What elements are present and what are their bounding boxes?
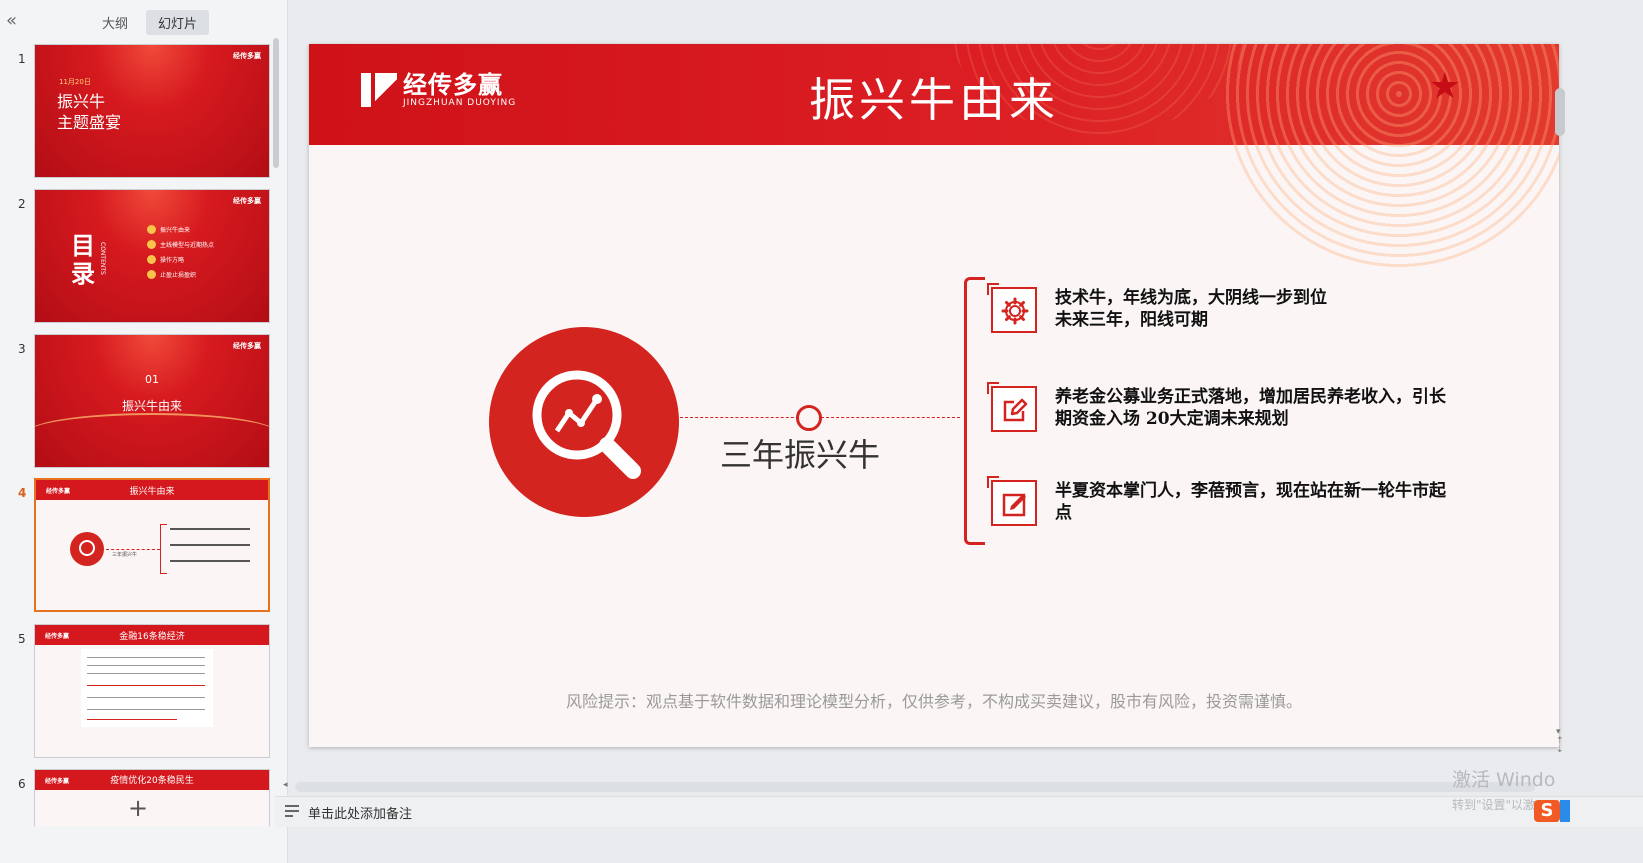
notes-placeholder[interactable]: 单击此处添加备注 xyxy=(308,803,412,822)
thumb-section-title: 振兴牛由来 xyxy=(121,399,182,413)
point-line: 未来三年，阳线可期 xyxy=(1055,310,1208,330)
thumb-title-line: 主题盛宴 xyxy=(57,113,122,132)
point-line: 技术牛，年线为底，大阴线一步到位 xyxy=(1055,288,1327,308)
slide-number: 4 xyxy=(18,486,27,500)
thumb-contents-item: 操作方略 xyxy=(147,252,214,267)
thumb-contents-heading: 目录 xyxy=(71,232,95,288)
slide-thumbnail-4[interactable]: 经传多赢 振兴牛由来 三年振兴牛 xyxy=(34,478,270,612)
thumb-text-line xyxy=(87,719,177,720)
slide-number: 1 xyxy=(18,52,26,66)
slide-number: 3 xyxy=(18,342,26,356)
thumb-text-line xyxy=(170,544,250,546)
slide-thumbnail-1[interactable]: 经传多赢 11月20日 振兴牛 主题盛宴 xyxy=(34,44,270,178)
thumb-text-line xyxy=(170,560,250,562)
thumb-contents-item: 主线模型与近期热点 xyxy=(147,237,214,252)
thumb-header: 经传多赢 疫情优化20条稳民生 xyxy=(35,770,269,790)
search-chart-icon xyxy=(489,327,679,517)
point-text: 养老金公募业务正式落地，增加居民养老收入，引长 期资金入场 20大定调未来规划 xyxy=(1055,386,1485,430)
thumbnail-row: 3 经传多赢 01 振兴牛由来 xyxy=(0,334,272,470)
point-line: 期资金入场 20大定调未来规划 xyxy=(1055,409,1289,429)
slide-header-band: ★ 经传多赢 JINGZHUAN DUOYING 振兴牛由来 xyxy=(309,44,1559,274)
thumb-text-line xyxy=(170,528,250,530)
panel-tabs: 大纲 幻灯片 xyxy=(90,10,210,35)
slide-title[interactable]: 振兴牛由来 xyxy=(309,64,1559,130)
slide-panel: « 大纲 幻灯片 1 经传多赢 11月20日 振兴牛 主题盛宴 2 经传多赢 目… xyxy=(0,0,288,863)
thumb-logo: 经传多赢 xyxy=(233,52,261,60)
thumb-center-label: 三年振兴牛 xyxy=(112,552,138,558)
thumbnail-list: 1 经传多赢 11月20日 振兴牛 主题盛宴 2 经传多赢 目录 CONTENT… xyxy=(0,44,272,826)
thumb-text-line xyxy=(87,685,205,686)
thumb-contents-sub: CONTENTS xyxy=(99,242,106,275)
thumb-text-line xyxy=(87,657,205,658)
tab-slides[interactable]: 幻灯片 xyxy=(146,10,210,35)
thumbnail-row: 5 经传多赢 金融16条稳经济 xyxy=(0,624,272,760)
slide-thumbnail-3[interactable]: 经传多赢 01 振兴牛由来 xyxy=(34,334,270,468)
point-line: 半夏资本掌门人，李蓓预言，现在站在新一轮牛市起 xyxy=(1055,481,1446,501)
ime-logo-icon[interactable]: S xyxy=(1534,800,1560,822)
thumb-logo: 经传多赢 xyxy=(233,197,261,205)
add-slide-icon[interactable]: + xyxy=(128,794,148,822)
thumb-logo: 经传多赢 xyxy=(233,342,261,350)
thumb-contents-list: 振兴牛由来 主线模型与近期热点 操作方略 止盈止损盈织 xyxy=(147,222,214,282)
center-label[interactable]: 三年振兴牛 xyxy=(720,430,880,476)
slide-number: 6 xyxy=(18,777,26,791)
notes-icon[interactable] xyxy=(285,805,299,817)
thumb-section-number: 01 xyxy=(145,373,159,386)
risk-disclaimer[interactable]: 风险提示：观点基于软件数据和理论模型分析，仅供参考，不构成买卖建议，股市有风险，… xyxy=(309,688,1559,712)
thumbnail-row: 2 经传多赢 目录 CONTENTS 振兴牛由来 主线模型与近期热点 操作方略 … xyxy=(0,189,272,325)
point-text: 半夏资本掌门人，李蓓预言，现在站在新一轮牛市起 点 xyxy=(1055,480,1485,524)
thumb-title: 金融16条稳经济 xyxy=(119,632,185,642)
vertical-scrollbar[interactable] xyxy=(1555,88,1565,136)
thumb-title-line: 振兴牛 xyxy=(57,92,106,111)
thumb-text-line xyxy=(87,697,205,698)
point-line: 点 xyxy=(1055,503,1072,523)
slide-number: 2 xyxy=(18,197,26,211)
thumb-connector xyxy=(106,549,160,550)
thumbnail-row: 4 经传多赢 振兴牛由来 三年振兴牛 xyxy=(0,478,272,614)
thumb-text-line xyxy=(87,665,205,666)
slide-canvas[interactable]: ★ 经传多赢 JINGZHUAN DUOYING 振兴牛由来 三年振兴牛 技术牛… xyxy=(309,44,1559,747)
thumb-text-line xyxy=(87,709,205,710)
slide-thumbnail-5[interactable]: 经传多赢 金融16条稳经济 xyxy=(34,624,270,758)
edit-icon xyxy=(987,382,1037,432)
watermark-line: 激活 Windo xyxy=(1452,769,1556,791)
slide-thumbnail-6[interactable]: 经传多赢 疫情优化20条稳民生 xyxy=(34,769,270,826)
thumb-text-line xyxy=(87,673,205,674)
thumb-contents-item: 振兴牛由来 xyxy=(147,222,214,237)
thumb-title: 疫情优化20条稳民生 xyxy=(110,776,194,786)
collapse-panel-icon[interactable]: « xyxy=(6,10,17,31)
thumb-title: 振兴牛 主题盛宴 xyxy=(57,91,121,133)
thumb-glow-arc xyxy=(35,413,269,455)
scroll-arrows-icon[interactable]: ▾ ⇡ ⇣ xyxy=(1556,728,1564,755)
slide-number: 5 xyxy=(18,632,26,646)
thumb-header: 经传多赢 金融16条稳经济 xyxy=(35,625,269,645)
ime-tray-icon[interactable] xyxy=(1560,800,1570,822)
thumb-document-block xyxy=(81,649,213,727)
slide-thumbnail-2[interactable]: 经传多赢 目录 CONTENTS 振兴牛由来 主线模型与近期热点 操作方略 止盈… xyxy=(34,189,270,323)
scroll-left-icon[interactable]: ◂ xyxy=(283,780,288,790)
list-bracket xyxy=(964,277,985,545)
gear-icon xyxy=(987,283,1037,333)
point-line: 养老金公募业务正式落地，增加居民养老收入，引长 xyxy=(1055,387,1446,407)
thumb-bracket xyxy=(160,524,167,574)
thumbnail-scrollbar[interactable] xyxy=(273,38,279,168)
tab-outline[interactable]: 大纲 xyxy=(90,10,140,35)
thumbnail-row: 1 经传多赢 11月20日 振兴牛 主题盛宴 xyxy=(0,44,272,180)
point-text: 技术牛，年线为底，大阴线一步到位 未来三年，阳线可期 xyxy=(1055,287,1485,331)
thumb-title: 振兴牛由来 xyxy=(129,487,175,497)
pencil-box-icon xyxy=(987,476,1037,526)
thumb-header: 经传多赢 振兴牛由来 xyxy=(36,480,268,500)
thumb-date: 11月20日 xyxy=(59,78,91,86)
notes-bar: 单击此处添加备注 xyxy=(275,796,1643,827)
thumb-search-circle xyxy=(70,532,104,566)
horizontal-scrollbar[interactable] xyxy=(295,782,1535,792)
connector-node xyxy=(796,405,822,431)
slide-editor: ★ 经传多赢 JINGZHUAN DUOYING 振兴牛由来 三年振兴牛 技术牛… xyxy=(288,0,1643,820)
thumb-contents-item: 止盈止损盈织 xyxy=(147,267,214,282)
